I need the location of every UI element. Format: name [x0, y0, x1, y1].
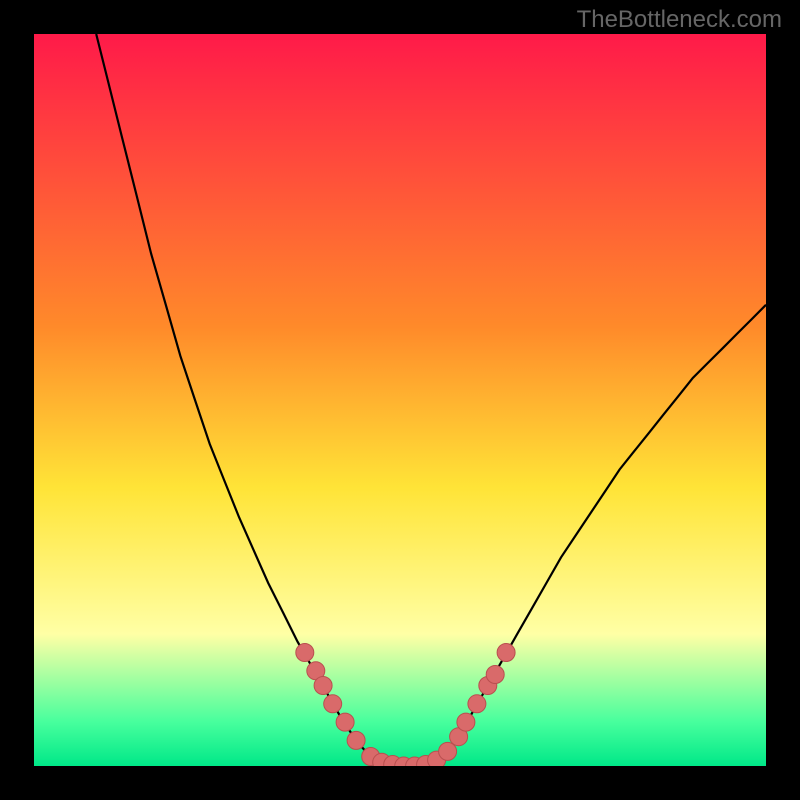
data-marker	[439, 742, 457, 760]
data-marker	[336, 713, 354, 731]
gradient-bg	[34, 34, 766, 766]
data-marker	[314, 677, 332, 695]
chart-svg	[34, 34, 766, 766]
chart-frame: TheBottleneck.com	[0, 0, 800, 800]
watermark-text: TheBottleneck.com	[577, 6, 782, 34]
plot-area	[34, 34, 766, 766]
data-marker	[468, 695, 486, 713]
data-marker	[324, 695, 342, 713]
data-marker	[347, 731, 365, 749]
data-marker	[457, 713, 475, 731]
data-marker	[497, 644, 515, 662]
data-marker	[296, 644, 314, 662]
data-marker	[486, 666, 504, 684]
